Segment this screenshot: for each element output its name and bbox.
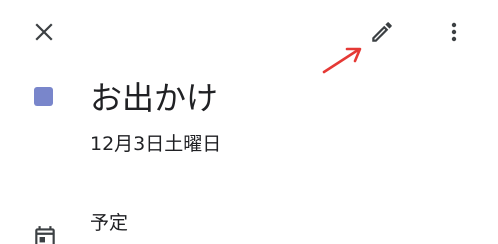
calendar-icon bbox=[35, 226, 55, 244]
event-title: お出かけ bbox=[90, 79, 219, 117]
calendar-name: 予定 bbox=[90, 212, 129, 234]
annotation-arrow-icon bbox=[322, 47, 362, 74]
close-button[interactable] bbox=[26, 14, 62, 50]
edit-button[interactable] bbox=[364, 14, 400, 50]
event-detail-screen: お出かけ 12月3日土曜日 予定 bbox=[0, 0, 498, 244]
event-date: 12月3日土曜日 bbox=[90, 133, 222, 155]
pencil-icon bbox=[372, 22, 392, 42]
event-color-swatch bbox=[34, 87, 53, 106]
close-icon bbox=[35, 23, 53, 41]
more-options-button[interactable] bbox=[436, 14, 472, 50]
more-vert-icon bbox=[451, 22, 457, 42]
